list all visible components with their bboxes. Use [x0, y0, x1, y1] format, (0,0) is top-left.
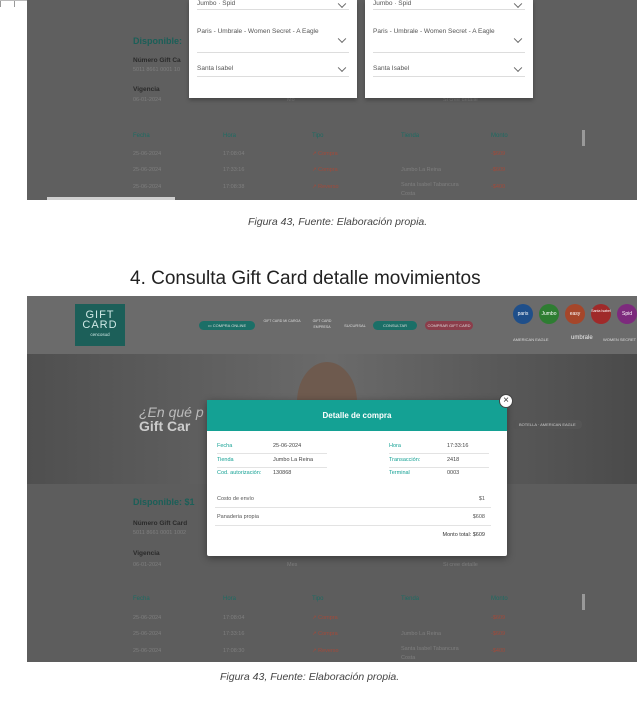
- card-number-label: Número Gift Card: [133, 520, 188, 527]
- fecha-value: 25-06-2024: [273, 443, 302, 449]
- purchase-detail-modal: Detalle de compra Fecha 25-06-2024 Hora …: [207, 400, 507, 556]
- scrollbar[interactable]: [582, 130, 585, 146]
- divider: [217, 467, 327, 468]
- hora-label: Hora: [389, 443, 401, 449]
- compra-online-button[interactable]: ▭ COMPRA ONLINE: [199, 321, 255, 330]
- mid-text: Mes: [287, 562, 298, 568]
- balance-label: Disponible:: [133, 36, 182, 46]
- card-number: 5011 8661 0001 10: [133, 67, 180, 73]
- tienda-value: Jumbo La Reina: [273, 457, 314, 463]
- item-name: Panaderia propia: [217, 514, 259, 520]
- section-heading: 4. Consulta Gift Card detalle movimiento…: [130, 268, 481, 289]
- modal-title: Detalle de compra: [207, 400, 507, 431]
- figure-caption-1: Figura 43, Fuente: Elaboración propia.: [248, 216, 428, 228]
- brand-umbrale: umbrale: [571, 335, 593, 341]
- brand-jumbo[interactable]: Jumbo: [539, 304, 559, 324]
- validity-label: Vigencia: [133, 86, 160, 93]
- col-fecha: Fecha: [133, 596, 150, 602]
- tienda-label: Tienda: [217, 457, 234, 463]
- chevron-down-icon: [513, 0, 523, 8]
- col-hora: Hora: [223, 596, 237, 602]
- nav-item-sucursal[interactable]: SUCURSAL: [340, 321, 370, 330]
- store-dropdown-left[interactable]: Jumbo · Spid Paris - Umbrale - Women Sec…: [189, 0, 357, 98]
- chevron-down-icon: [337, 0, 347, 8]
- divider: [389, 467, 489, 468]
- brand-women-secret: WOMEN SECRET: [603, 337, 637, 342]
- terminal-label: Terminal: [389, 470, 410, 476]
- divider: [217, 453, 327, 454]
- dropdown-option[interactable]: Jumbo · Spid: [197, 0, 349, 10]
- brand-paris[interactable]: paris: [513, 304, 533, 324]
- validity-date: 06-01-2024: [133, 562, 162, 568]
- card-number-label: Número Gift Ca: [133, 57, 181, 64]
- item-amount: $1: [478, 496, 485, 502]
- chevron-down-icon: [337, 34, 347, 44]
- scrollbar[interactable]: [582, 594, 585, 610]
- col-hora: Hora: [223, 133, 237, 139]
- close-icon[interactable]: ×: [499, 394, 513, 408]
- divider: [215, 507, 491, 508]
- nav-item[interactable]: GIFT CARD EMPRESA: [305, 318, 339, 332]
- store-dropdown-right[interactable]: Jumbo · Spid Paris - Umbrale - Women Sec…: [365, 0, 533, 98]
- brand-santa-isabel[interactable]: Santa Isabel: [591, 304, 611, 324]
- divider: [389, 453, 489, 454]
- col-tipo: Tipo: [312, 133, 324, 139]
- hora-value: 17:33:16: [447, 443, 469, 449]
- terminal-value: 0003: [447, 470, 460, 476]
- dropdown-option[interactable]: Paris - Umbrale - Women Secret - A Eagle: [373, 28, 525, 53]
- item-name: Costo de envío: [217, 496, 254, 502]
- card-number: 5011 8661 0001 1002: [133, 530, 187, 536]
- col-tienda: Tienda: [401, 596, 420, 602]
- screenshot-bottom: GIFT CARD cencosud ▭ COMPRA ONLINE GIFT …: [27, 296, 637, 662]
- dropdown-option[interactable]: Paris - Umbrale - Women Secret - A Eagle: [197, 28, 349, 53]
- cod-autorizacion-value: 130868: [273, 470, 292, 476]
- hero-line-2: Gift Car: [139, 418, 191, 434]
- gift-card-logo[interactable]: GIFT CARD cencosud: [75, 304, 125, 346]
- screenshot-top: Disponible: Número Gift Ca 5011 8661 000…: [27, 0, 637, 200]
- dropdown-option[interactable]: Santa Isabel: [373, 62, 525, 77]
- total-amount: Monto total: $609: [442, 532, 485, 538]
- brand-spid[interactable]: Spid: [617, 304, 637, 324]
- cod-autorizacion-label: Cod. autorización:: [217, 470, 262, 476]
- col-fecha: Fecha: [133, 133, 150, 139]
- nav-item[interactable]: GIFT CARD MI CARGA: [263, 318, 301, 332]
- col-monto: Monto: [491, 596, 508, 602]
- brand-american-eagle: AMERICAN EAGLE: [513, 337, 549, 342]
- col-tipo: Tipo: [312, 596, 324, 602]
- detail-link[interactable]: Si cree detalle: [443, 562, 478, 568]
- divider: [215, 525, 491, 526]
- balance-label: Disponible: $1: [133, 497, 195, 507]
- site-header: GIFT CARD cencosud ▭ COMPRA ONLINE GIFT …: [27, 296, 637, 354]
- col-tienda: Tienda: [401, 133, 420, 139]
- scroll-track: [47, 197, 175, 200]
- chevron-down-icon: [513, 34, 523, 44]
- fecha-label: Fecha: [217, 443, 233, 449]
- validity-date: 06-01-2024: [133, 97, 162, 103]
- transaccion-value: 2418: [447, 457, 460, 463]
- figure-caption-2: Figura 43, Fuente: Elaboración propia.: [220, 671, 400, 683]
- item-amount: $608: [472, 514, 485, 520]
- chevron-down-icon: [513, 63, 523, 73]
- comprar-gift-card-button[interactable]: COMPRAR GIFT CARD: [425, 321, 473, 330]
- hero-side-badge: BOTELLA · AMERICAN EAGLE: [513, 420, 582, 429]
- consultar-button[interactable]: CONSULTAR: [373, 321, 417, 330]
- transaccion-label: Transacción:: [389, 457, 421, 463]
- validity-label: Vigencia: [133, 550, 160, 557]
- dropdown-option[interactable]: Santa Isabel: [197, 62, 349, 77]
- chevron-down-icon: [337, 63, 347, 73]
- col-monto: Monto: [491, 133, 508, 139]
- dropdown-option[interactable]: Jumbo · Spid: [373, 0, 525, 10]
- brand-easy[interactable]: easy: [565, 304, 585, 324]
